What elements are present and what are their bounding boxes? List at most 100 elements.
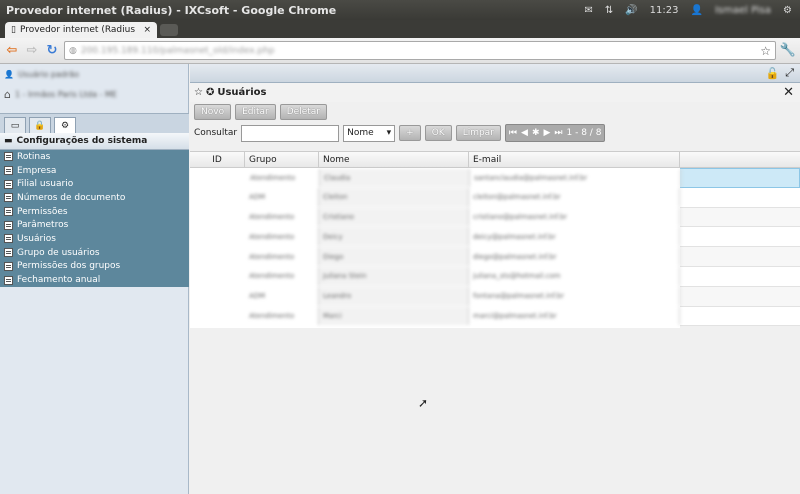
- grid-header: ID Grupo Nome E-mail: [190, 151, 800, 168]
- form-icon: [4, 261, 13, 271]
- sidebar-item-fechamento-anual[interactable]: Fechamento anual: [0, 273, 189, 287]
- config-menu: Rotinas Empresa Filial usuario Números d…: [0, 150, 189, 287]
- menu-label: Usuários: [17, 233, 56, 244]
- form-icon: [4, 234, 13, 244]
- window-title: Provedor internet (Radius) - IXCsoft - G…: [6, 3, 337, 17]
- wrench-menu-icon[interactable]: 🔧: [780, 43, 796, 59]
- cell-nome: Leandro: [319, 286, 469, 306]
- cell-nome: Deicy: [319, 227, 469, 247]
- table-row[interactable]: 4 ADM Cleiton cleiton@palmasnet.inf.br: [190, 187, 800, 208]
- unlock-icon[interactable]: 🔓: [765, 67, 779, 80]
- maximize-icon[interactable]: ⤢: [785, 66, 794, 80]
- page-info: 1 - 8 / 8: [566, 128, 602, 138]
- menu-label: Números de documento: [17, 192, 126, 203]
- dropdown-arrow-icon: ▾: [386, 128, 392, 138]
- address-bar[interactable]: ◍ 200.195.189.110/palmasnet_old/index.ph…: [64, 41, 776, 60]
- form-icon: [4, 248, 13, 258]
- table-row[interactable]: 5 Atendimento Cristiano cristiano@palmas…: [190, 207, 800, 228]
- deletar-button[interactable]: Deletar: [279, 104, 327, 120]
- header-nome[interactable]: Nome: [319, 152, 469, 167]
- search-bar: Consultar Nome ▾ + OK Limpar ⏮ ◀ ✱ ▶ ⏭ 1 …: [190, 122, 800, 144]
- sidebar: 👤 Usuário padrão ⌂ 1 - Irmãos Paris Ltda…: [0, 64, 189, 494]
- tab-lock[interactable]: 🔒: [29, 117, 51, 134]
- table-row[interactable]: 6 Atendimento Diego diego@palmasnet.inf.…: [190, 247, 800, 267]
- reload-page-icon[interactable]: ✱: [532, 128, 540, 138]
- config-section-header[interactable]: ▬ Configurações do sistema: [0, 133, 189, 150]
- table-row[interactable]: 7 Atendimento Juliana Stein juliana_sts@…: [190, 266, 800, 287]
- cell-nome: Cristiano: [319, 207, 469, 227]
- mail-icon[interactable]: ✉: [584, 5, 592, 16]
- tab-settings[interactable]: ⚙: [54, 117, 76, 134]
- user-icon[interactable]: 👤: [691, 5, 703, 16]
- cell-nome: Marci: [319, 306, 469, 326]
- new-tab-button[interactable]: [160, 24, 178, 36]
- refresh-icon[interactable]: ✪: [206, 87, 214, 98]
- panel-header: ☆ ✪ Usuários ✕: [190, 83, 800, 102]
- clock[interactable]: 11:23: [650, 5, 679, 16]
- menu-label: Permissões: [17, 206, 68, 217]
- sidebar-item-permissoes-grupos[interactable]: Permissões dos grupos: [0, 260, 189, 274]
- pager: ⏮ ◀ ✱ ▶ ⏭ 1 - 8 / 8: [504, 124, 606, 142]
- sidebar-item-filial-usuario[interactable]: Filial usuario: [0, 177, 189, 191]
- cell-nome: Cleiton: [319, 187, 469, 207]
- browser-toolbar: ⇦ ⇨ ↻ ◍ 200.195.189.110/palmasnet_old/in…: [0, 38, 800, 64]
- cell-grupo: Atendimento: [245, 227, 319, 247]
- network-icon[interactable]: ⇅: [605, 5, 613, 16]
- sidebar-item-parametros[interactable]: Parâmetros: [0, 218, 189, 232]
- sidebar-item-usuarios[interactable]: Usuários: [0, 232, 189, 246]
- limpar-button[interactable]: Limpar: [455, 125, 501, 141]
- volume-icon[interactable]: 🔊: [625, 5, 637, 16]
- prev-page-icon[interactable]: ◀: [521, 128, 528, 138]
- menu-label: Empresa: [17, 165, 57, 176]
- form-icon: [4, 179, 13, 189]
- sidebar-item-empresa[interactable]: Empresa: [0, 164, 189, 178]
- sidebar-item-permissoes[interactable]: Permissões: [0, 205, 189, 219]
- search-input[interactable]: [241, 124, 340, 142]
- close-tab-icon[interactable]: ×: [143, 25, 151, 35]
- reload-icon[interactable]: ↻: [44, 43, 60, 59]
- last-page-icon[interactable]: ⏭: [554, 128, 562, 138]
- novo-button[interactable]: Novo: [194, 104, 232, 120]
- header-grupo[interactable]: Grupo: [245, 152, 319, 167]
- table-row[interactable]: 1 ADM Leandro fontana@palmasnet.inf.br: [190, 286, 800, 307]
- search-field-select[interactable]: Nome ▾: [343, 124, 396, 142]
- bookmark-star-icon[interactable]: ☆: [760, 44, 771, 58]
- form-icon: [4, 275, 13, 285]
- settings-gear-icon[interactable]: ⚙: [783, 5, 792, 16]
- company-name: 1 - Irmãos Paris Ltda - ME: [14, 89, 117, 99]
- folder-icon: ▬: [4, 136, 13, 146]
- users-grid: ID Grupo Nome E-mail 2 Atendimento Claud…: [190, 151, 800, 328]
- browser-tab[interactable]: ▯ Provedor internet (Radius ×: [5, 22, 157, 38]
- cell-grupo: ADM: [245, 286, 319, 306]
- first-page-icon[interactable]: ⏮: [509, 128, 517, 138]
- cell-nome: Juliana Stein: [319, 266, 469, 286]
- sidebar-item-grupo-usuarios[interactable]: Grupo de usuários: [0, 246, 189, 260]
- sidebar-item-numeros-documento[interactable]: Números de documento: [0, 191, 189, 205]
- cell-email: santanclaudia@palmasnet.inf.br: [470, 169, 681, 187]
- tab-window[interactable]: ▭: [4, 117, 26, 134]
- cell-email: juliana_sts@hotmail.com: [469, 266, 680, 286]
- forward-arrow-icon[interactable]: ⇨: [24, 43, 40, 59]
- header-id[interactable]: ID: [190, 152, 245, 167]
- header-email[interactable]: E-mail: [469, 152, 680, 167]
- table-row[interactable]: 2 Atendimento Claudia santanclaudia@palm…: [190, 168, 800, 188]
- system-tray: ✉ ⇅ 🔊 11:23 👤 Ismael Pisa ⚙: [584, 5, 800, 16]
- section-title: Configurações do sistema: [16, 136, 148, 146]
- back-arrow-icon[interactable]: ⇦: [4, 43, 20, 59]
- favorite-star-icon[interactable]: ☆: [194, 87, 203, 98]
- company-info: ⌂ 1 - Irmãos Paris Ltda - ME: [0, 84, 188, 104]
- table-row[interactable]: 8 Atendimento Marci marci@palmasnet.inf.…: [190, 306, 800, 327]
- close-panel-icon[interactable]: ✕: [783, 85, 794, 100]
- cell-grupo: Atendimento: [245, 247, 319, 266]
- cell-nome: Claudia: [320, 169, 470, 187]
- sidebar-tabs: ▭ 🔒 ⚙: [0, 113, 189, 134]
- ok-button[interactable]: OK: [424, 125, 452, 141]
- table-row[interactable]: 3 Atendimento Deicy deicy@palmasnet.inf.…: [190, 227, 800, 248]
- sidebar-item-rotinas[interactable]: Rotinas: [0, 150, 189, 164]
- session-user[interactable]: Ismael Pisa: [715, 5, 771, 16]
- add-filter-button[interactable]: +: [399, 125, 421, 141]
- editar-button[interactable]: Editar: [235, 104, 276, 120]
- menu-label: Parâmetros: [17, 220, 69, 231]
- next-page-icon[interactable]: ▶: [543, 128, 550, 138]
- cell-grupo: Atendimento: [246, 169, 320, 187]
